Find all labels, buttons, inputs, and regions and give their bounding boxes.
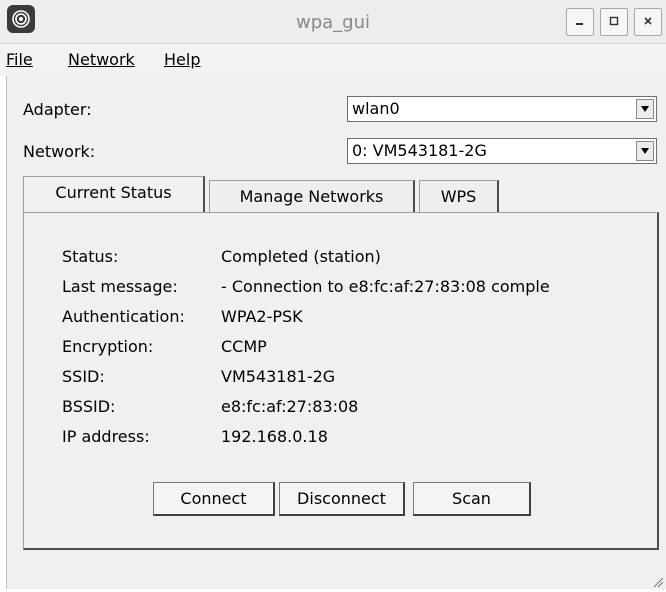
network-select[interactable]: 0: VM543181-2G [347, 138, 657, 164]
connect-button[interactable]: Connect [153, 482, 275, 516]
disconnect-button[interactable]: Disconnect [279, 482, 405, 516]
main-panel: Adapter: wlan0 Network: 0: VM543181-2G C… [6, 76, 666, 589]
ssid-label: SSID: [62, 367, 105, 386]
adapter-select[interactable]: wlan0 [347, 96, 657, 122]
status-value: Completed (station) [221, 247, 381, 266]
last-message-label: Last message: [62, 277, 178, 296]
close-button[interactable] [634, 8, 662, 36]
resize-grip-icon[interactable] [650, 573, 664, 588]
network-label: Network: [23, 142, 96, 161]
close-icon [643, 15, 653, 30]
encryption-label: Encryption: [62, 337, 154, 356]
tab-manage-networks-label: Manage Networks [239, 187, 384, 206]
minimize-icon [575, 15, 585, 30]
network-value: 0: VM543181-2G [352, 141, 487, 160]
menu-network-label: Network [68, 50, 135, 69]
tab-manage-networks[interactable]: Manage Networks [209, 180, 415, 213]
tab-current-status[interactable]: Current Status [23, 176, 205, 212]
title-bar[interactable]: wpa_gui [0, 0, 666, 44]
encryption-value: CCMP [221, 337, 267, 356]
menu-bar: File Network Help [0, 44, 666, 76]
tab-wps-label: WPS [440, 187, 477, 206]
menu-help[interactable]: Help [164, 50, 200, 69]
menu-file[interactable]: File [6, 50, 33, 69]
ip-address-label: IP address: [62, 427, 150, 446]
ssid-value: VM543181-2G [221, 367, 336, 386]
chevron-down-icon[interactable] [636, 99, 654, 119]
wpa-gui-window: wpa_gui File Network Help Adapter: wlan0 [0, 0, 666, 589]
menu-help-label: Help [164, 50, 201, 69]
ip-address-value: 192.168.0.18 [221, 427, 328, 446]
maximize-icon [609, 15, 619, 30]
tab-current-status-label: Current Status [55, 183, 172, 202]
menu-file-label: File [6, 50, 33, 69]
bssid-label: BSSID: [62, 397, 116, 416]
last-message-value: - Connection to e8:fc:af:27:83:08 comple [221, 277, 550, 296]
bssid-value: e8:fc:af:27:83:08 [221, 397, 359, 416]
authentication-value: WPA2-PSK [221, 307, 303, 326]
chevron-down-icon[interactable] [636, 141, 654, 161]
maximize-button[interactable] [600, 8, 628, 36]
menu-network[interactable]: Network [68, 50, 135, 69]
adapter-label: Adapter: [23, 100, 92, 119]
adapter-value: wlan0 [352, 99, 400, 118]
minimize-button[interactable] [566, 8, 594, 36]
scan-button[interactable]: Scan [413, 482, 531, 516]
authentication-label: Authentication: [62, 307, 185, 326]
tab-wps[interactable]: WPS [419, 180, 499, 213]
status-label: Status: [62, 247, 119, 266]
